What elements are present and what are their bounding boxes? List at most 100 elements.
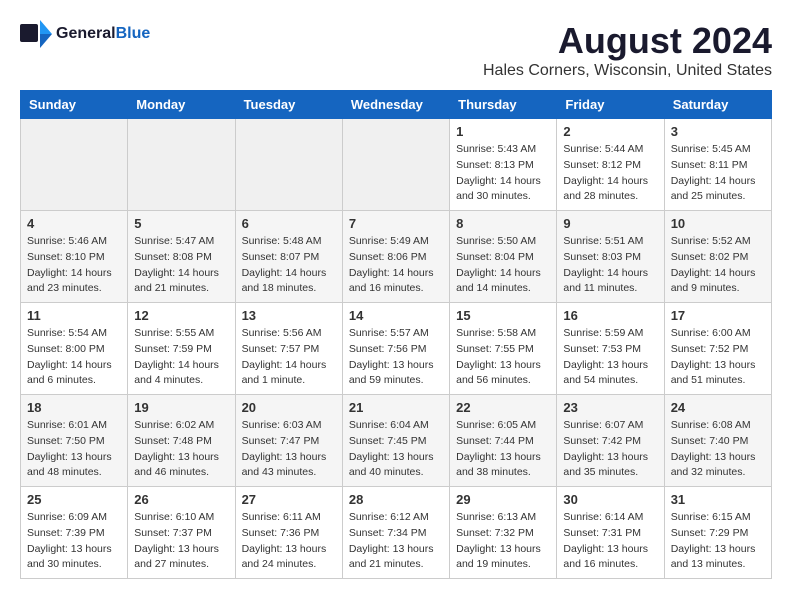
day-number: 1 — [456, 124, 550, 139]
calendar-cell: 12 Sunrise: 5:55 AMSunset: 7:59 PMDayligh… — [128, 303, 235, 395]
day-info: Sunrise: 5:49 AMSunset: 8:06 PMDaylight:… — [349, 234, 443, 297]
calendar-cell — [342, 119, 449, 211]
calendar-cell — [128, 119, 235, 211]
week-row-3: 11 Sunrise: 5:54 AMSunset: 8:00 PMDayligh… — [21, 303, 772, 395]
logo: General Blue — [20, 20, 150, 48]
day-number: 30 — [563, 492, 657, 507]
calendar-cell: 31Sunrise: 6:15 AMSunset: 7:29 PMDayligh… — [664, 487, 771, 579]
day-info: Sunrise: 6:14 AMSunset: 7:31 PMDaylight:… — [563, 510, 657, 573]
day-number: 10 — [671, 216, 765, 231]
day-number: 12 — [134, 308, 228, 323]
calendar-cell: 30 Sunrise: 6:14 AMSunset: 7:31 PMDayligh… — [557, 487, 664, 579]
day-info: Sunrise: 6:00 AMSunset: 7:52 PMDaylight:… — [671, 326, 765, 389]
day-number: 25 — [27, 492, 121, 507]
calendar-cell: 16 Sunrise: 5:59 AMSunset: 7:53 PMDayligh… — [557, 303, 664, 395]
week-row-4: 18Sunrise: 6:01 AMSunset: 7:50 PMDayligh… — [21, 395, 772, 487]
day-info: Sunrise: 5:57 AMSunset: 7:56 PMDaylight:… — [349, 326, 443, 389]
week-row-2: 4 Sunrise: 5:46 AMSunset: 8:10 PMDaylight… — [21, 211, 772, 303]
day-info: Sunrise: 6:10 AMSunset: 7:37 PMDaylight:… — [134, 510, 228, 573]
calendar-cell: 6 Sunrise: 5:48 AMSunset: 8:07 PMDaylight… — [235, 211, 342, 303]
calendar-cell: 9Sunrise: 5:51 AMSunset: 8:03 PMDaylight… — [557, 211, 664, 303]
day-info: Sunrise: 6:03 AMSunset: 7:47 PMDaylight:… — [242, 418, 336, 481]
calendar-cell: 21 Sunrise: 6:04 AMSunset: 7:45 PMDayligh… — [342, 395, 449, 487]
day-info: Sunrise: 5:55 AMSunset: 7:59 PMDaylight:… — [134, 326, 228, 389]
day-number: 8 — [456, 216, 550, 231]
calendar-cell: 13 Sunrise: 5:56 AMSunset: 7:57 PMDayligh… — [235, 303, 342, 395]
logo-icon — [20, 20, 52, 48]
day-number: 24 — [671, 400, 765, 415]
day-number: 23 — [563, 400, 657, 415]
day-number: 4 — [27, 216, 121, 231]
calendar-cell: 2Sunrise: 5:44 AMSunset: 8:12 PMDaylight… — [557, 119, 664, 211]
calendar-cell: 25 Sunrise: 6:09 AMSunset: 7:39 PMDayligh… — [21, 487, 128, 579]
day-info: Sunrise: 6:11 AMSunset: 7:36 PMDaylight:… — [242, 510, 336, 573]
calendar-cell: 5 Sunrise: 5:47 AMSunset: 8:08 PMDaylight… — [128, 211, 235, 303]
day-info: Sunrise: 5:45 AMSunset: 8:11 PMDaylight:… — [671, 142, 765, 205]
calendar-cell: 24 Sunrise: 6:08 AMSunset: 7:40 PMDayligh… — [664, 395, 771, 487]
day-number: 3 — [671, 124, 765, 139]
col-header-saturday: Saturday — [664, 91, 771, 119]
title-section: August 2024 Hales Corners, Wisconsin, Un… — [483, 20, 772, 80]
day-number: 14 — [349, 308, 443, 323]
day-number: 28 — [349, 492, 443, 507]
day-number: 17 — [671, 308, 765, 323]
calendar-cell: 4 Sunrise: 5:46 AMSunset: 8:10 PMDaylight… — [21, 211, 128, 303]
col-header-sunday: Sunday — [21, 91, 128, 119]
day-info: Sunrise: 6:07 AMSunset: 7:42 PMDaylight:… — [563, 418, 657, 481]
calendar-cell: 29 Sunrise: 6:13 AMSunset: 7:32 PMDayligh… — [450, 487, 557, 579]
day-info: Sunrise: 5:48 AMSunset: 8:07 PMDaylight:… — [242, 234, 336, 297]
week-row-1: 1 Sunrise: 5:43 AMSunset: 8:13 PMDaylight… — [21, 119, 772, 211]
day-number: 29 — [456, 492, 550, 507]
calendar-cell: 23 Sunrise: 6:07 AMSunset: 7:42 PMDayligh… — [557, 395, 664, 487]
calendar-cell: 18Sunrise: 6:01 AMSunset: 7:50 PMDayligh… — [21, 395, 128, 487]
day-info: Sunrise: 5:47 AMSunset: 8:08 PMDaylight:… — [134, 234, 228, 297]
day-number: 5 — [134, 216, 228, 231]
calendar-cell: 15Sunrise: 5:58 AMSunset: 7:55 PMDayligh… — [450, 303, 557, 395]
day-number: 11 — [27, 308, 121, 323]
location: Hales Corners, Wisconsin, United States — [483, 62, 772, 80]
header-row: SundayMondayTuesdayWednesdayThursdayFrid… — [21, 91, 772, 119]
calendar-cell: 1 Sunrise: 5:43 AMSunset: 8:13 PMDaylight… — [450, 119, 557, 211]
calendar-cell: 3 Sunrise: 5:45 AMSunset: 8:11 PMDaylight… — [664, 119, 771, 211]
day-number: 21 — [349, 400, 443, 415]
logo-general-text: General — [56, 25, 116, 43]
day-info: Sunrise: 6:04 AMSunset: 7:45 PMDaylight:… — [349, 418, 443, 481]
day-info: Sunrise: 5:56 AMSunset: 7:57 PMDaylight:… — [242, 326, 336, 389]
month-year: August 2024 — [483, 20, 772, 62]
calendar-cell: 22 Sunrise: 6:05 AMSunset: 7:44 PMDayligh… — [450, 395, 557, 487]
day-number: 22 — [456, 400, 550, 415]
day-info: Sunrise: 6:15 AMSunset: 7:29 PMDaylight:… — [671, 510, 765, 573]
calendar-cell: 8Sunrise: 5:50 AMSunset: 8:04 PMDaylight… — [450, 211, 557, 303]
day-info: Sunrise: 5:43 AMSunset: 8:13 PMDaylight:… — [456, 142, 550, 205]
calendar-table: SundayMondayTuesdayWednesdayThursdayFrid… — [20, 90, 772, 579]
day-info: Sunrise: 6:08 AMSunset: 7:40 PMDaylight:… — [671, 418, 765, 481]
col-header-thursday: Thursday — [450, 91, 557, 119]
day-info: Sunrise: 6:09 AMSunset: 7:39 PMDaylight:… — [27, 510, 121, 573]
day-number: 2 — [563, 124, 657, 139]
col-header-wednesday: Wednesday — [342, 91, 449, 119]
day-info: Sunrise: 5:51 AMSunset: 8:03 PMDaylight:… — [563, 234, 657, 297]
day-number: 27 — [242, 492, 336, 507]
day-info: Sunrise: 6:05 AMSunset: 7:44 PMDaylight:… — [456, 418, 550, 481]
day-info: Sunrise: 5:52 AMSunset: 8:02 PMDaylight:… — [671, 234, 765, 297]
calendar-cell: 11 Sunrise: 5:54 AMSunset: 8:00 PMDayligh… — [21, 303, 128, 395]
calendar-cell: 17 Sunrise: 6:00 AMSunset: 7:52 PMDayligh… — [664, 303, 771, 395]
day-number: 13 — [242, 308, 336, 323]
calendar-cell: 28 Sunrise: 6:12 AMSunset: 7:34 PMDayligh… — [342, 487, 449, 579]
day-info: Sunrise: 5:46 AMSunset: 8:10 PMDaylight:… — [27, 234, 121, 297]
day-number: 20 — [242, 400, 336, 415]
day-info: Sunrise: 6:13 AMSunset: 7:32 PMDaylight:… — [456, 510, 550, 573]
calendar-cell: 19Sunrise: 6:02 AMSunset: 7:48 PMDayligh… — [128, 395, 235, 487]
day-number: 6 — [242, 216, 336, 231]
day-info: Sunrise: 6:12 AMSunset: 7:34 PMDaylight:… — [349, 510, 443, 573]
col-header-tuesday: Tuesday — [235, 91, 342, 119]
calendar-cell — [235, 119, 342, 211]
day-info: Sunrise: 5:59 AMSunset: 7:53 PMDaylight:… — [563, 326, 657, 389]
calendar-cell: 7 Sunrise: 5:49 AMSunset: 8:06 PMDaylight… — [342, 211, 449, 303]
day-info: Sunrise: 5:54 AMSunset: 8:00 PMDaylight:… — [27, 326, 121, 389]
col-header-friday: Friday — [557, 91, 664, 119]
calendar-cell: 27 Sunrise: 6:11 AMSunset: 7:36 PMDayligh… — [235, 487, 342, 579]
calendar-cell: 26Sunrise: 6:10 AMSunset: 7:37 PMDayligh… — [128, 487, 235, 579]
day-number: 7 — [349, 216, 443, 231]
day-number: 16 — [563, 308, 657, 323]
